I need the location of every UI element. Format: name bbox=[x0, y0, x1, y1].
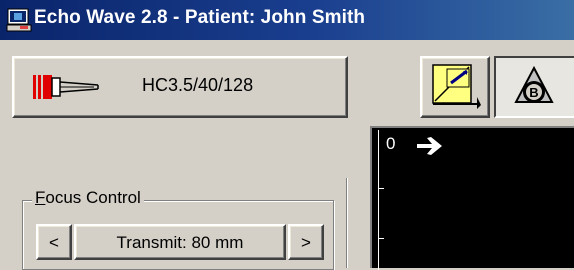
focus-control-title: Focus Control bbox=[32, 188, 144, 208]
b-mode-icon: B bbox=[514, 66, 554, 103]
focus-increase-button[interactable]: > bbox=[288, 224, 324, 260]
transducer-button[interactable]: HC3.5/40/128 bbox=[12, 56, 348, 118]
svg-text:B: B bbox=[529, 85, 538, 100]
focus-decrease-button[interactable]: < bbox=[36, 224, 72, 260]
focus-control-accel: F bbox=[35, 188, 46, 207]
measure-tool-icon bbox=[432, 64, 481, 109]
transducer-label: HC3.5/40/128 bbox=[142, 75, 254, 95]
measure-tool-button[interactable] bbox=[420, 56, 490, 118]
depth-tick bbox=[378, 188, 384, 189]
panel-divider bbox=[346, 178, 348, 268]
depth-scale bbox=[378, 130, 379, 270]
right-arrow-icon bbox=[417, 137, 442, 155]
transmit-focus-button[interactable]: Transmit: 80 mm bbox=[74, 224, 286, 260]
window-title: Echo Wave 2.8 - Patient: John Smith bbox=[34, 7, 366, 28]
app-icon bbox=[6, 8, 32, 32]
depth-start-label: 0 bbox=[386, 134, 396, 153]
title-bar[interactable]: Echo Wave 2.8 - Patient: John Smith bbox=[0, 0, 574, 40]
transmit-focus-value: Transmit: 80 mm bbox=[116, 233, 244, 252]
transducer-probe-icon bbox=[33, 75, 99, 99]
focus-decrease-label: < bbox=[49, 233, 59, 252]
depth-tick bbox=[378, 238, 384, 239]
b-mode-button[interactable]: B bbox=[494, 56, 574, 118]
focus-increase-label: > bbox=[301, 233, 311, 252]
ultrasound-image-view[interactable]: 0 bbox=[370, 126, 574, 270]
focus-control-title-text: ocus Control bbox=[45, 188, 141, 207]
